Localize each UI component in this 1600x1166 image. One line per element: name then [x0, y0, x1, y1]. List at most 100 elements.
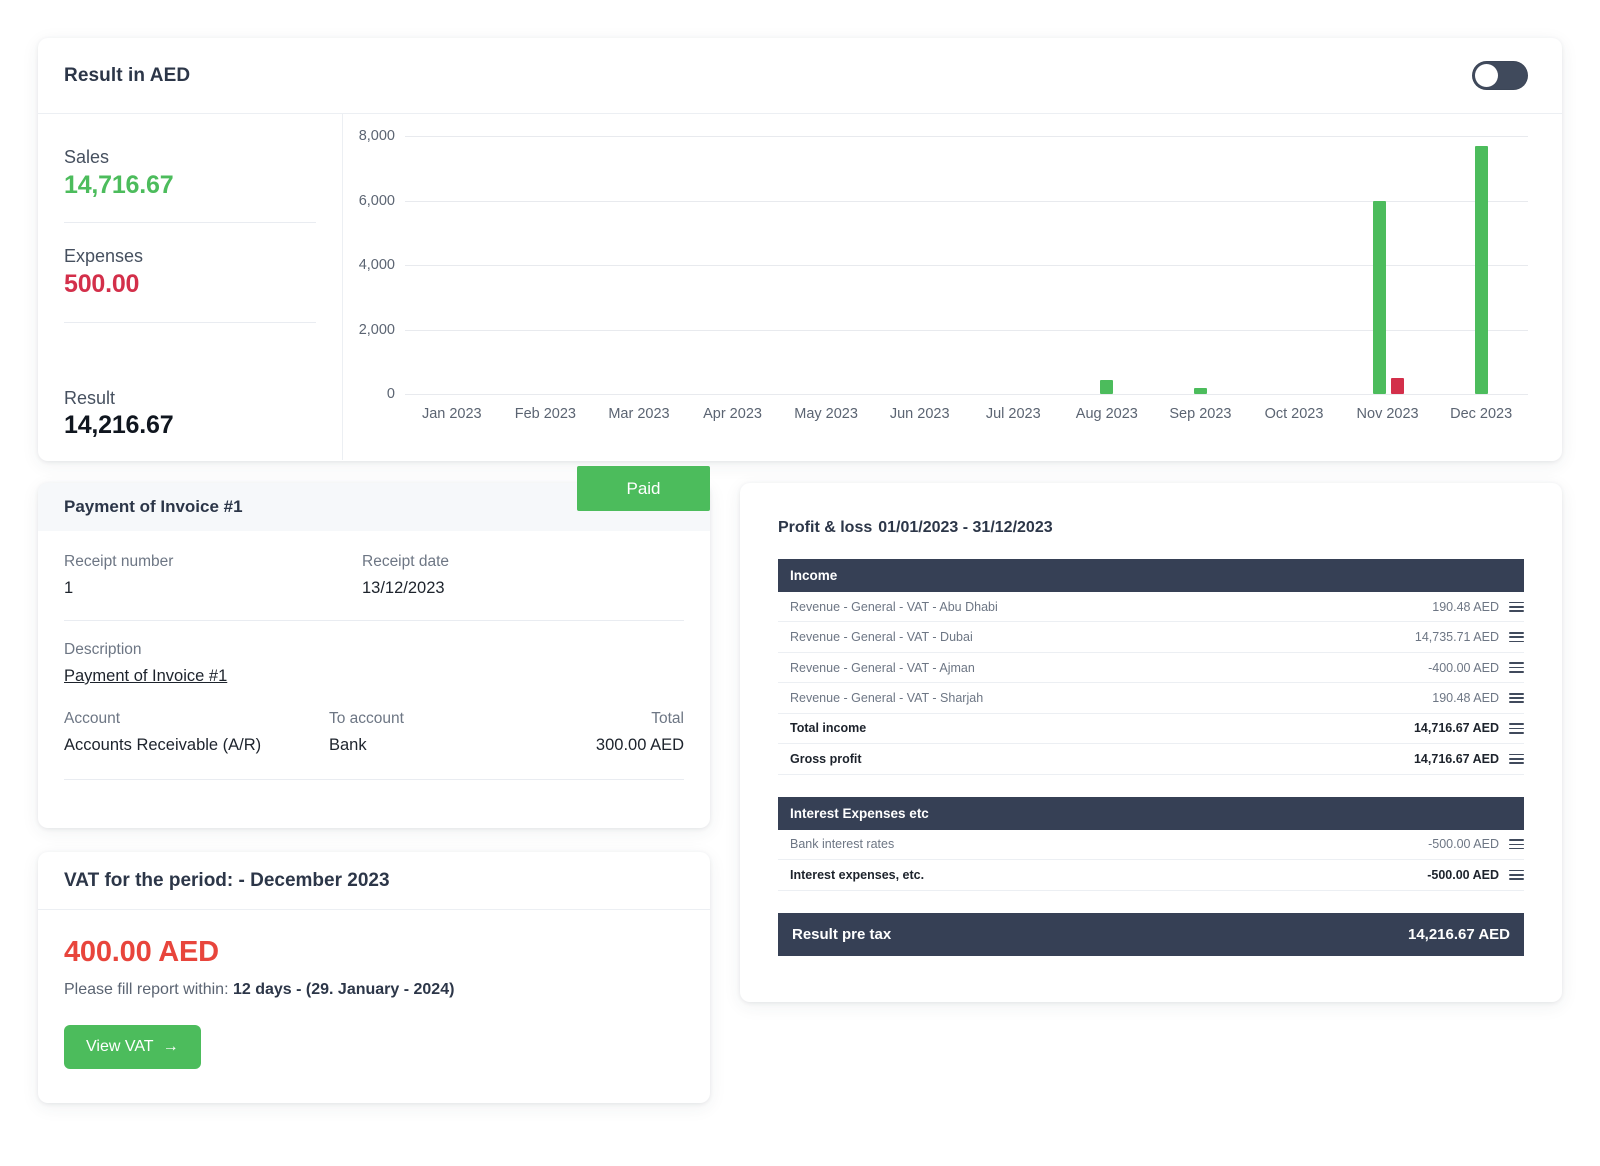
- chart-x-tick-label: Jul 2023: [966, 406, 1060, 422]
- field-label: To account: [329, 710, 494, 728]
- hamburger-menu-icon[interactable]: [1509, 660, 1524, 675]
- chart-bar-income[interactable]: [1100, 380, 1113, 394]
- description-link[interactable]: Payment of Invoice #1: [64, 667, 227, 685]
- pl-row-name: Revenue - General - VAT - Abu Dhabi: [790, 600, 998, 614]
- chart-bar-income[interactable]: [1194, 388, 1207, 394]
- divider: [64, 222, 316, 223]
- chart-bar-slot: [966, 136, 1060, 394]
- vat-deadline-note: Please fill report within: 12 days - (29…: [64, 981, 684, 999]
- result-card-header: Result in AED: [38, 38, 1562, 114]
- divider: [64, 322, 316, 323]
- chart-bar-slot: [1060, 136, 1154, 394]
- hamburger-menu-icon[interactable]: [1509, 599, 1524, 614]
- vat-card-body: 400.00 AED Please fill report within: 12…: [38, 910, 710, 1069]
- invoice-meta-row: Receipt number 1 Receipt date 13/12/2023: [64, 553, 684, 598]
- chart-x-tick-label: Sep 2023: [1154, 406, 1248, 422]
- metric-value: 500.00: [64, 268, 316, 302]
- pl-row-amount: 190.48 AED: [1432, 600, 1499, 614]
- vat-card-header: VAT for the period: - December 2023: [38, 852, 710, 910]
- field-value: Accounts Receivable (A/R): [64, 736, 329, 755]
- chart-bar-income[interactable]: [1475, 146, 1488, 394]
- table-row: Revenue - General - VAT - Ajman -400.00 A…: [778, 653, 1524, 683]
- field-label: Total: [494, 710, 684, 728]
- receipt-date-field: Receipt date 13/12/2023: [362, 553, 684, 598]
- hamburger-menu-icon[interactable]: [1509, 721, 1524, 736]
- pl-row-amount: -500.00 AED: [1428, 837, 1499, 851]
- invoice-accounts-row: Account Accounts Receivable (A/R) To acc…: [64, 710, 684, 755]
- receipt-number-field: Receipt number 1: [64, 553, 362, 598]
- chart-x-tick-label: Jun 2023: [873, 406, 967, 422]
- view-vat-label: View VAT: [86, 1038, 154, 1056]
- chart-bar-slot: [686, 136, 780, 394]
- hamburger-menu-icon[interactable]: [1509, 751, 1524, 766]
- profit-loss-card: Profit & loss01/01/2023 - 31/12/2023 Inc…: [740, 483, 1562, 1002]
- chart-bar-slot: [779, 136, 873, 394]
- chart-bar-slot: [1434, 136, 1528, 394]
- account-field: Account Accounts Receivable (A/R): [64, 710, 329, 755]
- pl-row-name: Interest expenses, etc.: [790, 868, 924, 882]
- status-badge[interactable]: Paid: [577, 466, 710, 511]
- pl-row-name: Revenue - General - VAT - Dubai: [790, 630, 973, 644]
- chart-y-tick-label: 8,000: [359, 128, 395, 144]
- hamburger-menu-icon[interactable]: [1509, 690, 1524, 705]
- chart-x-tick-label: Feb 2023: [499, 406, 593, 422]
- chart-x-tick-label: Mar 2023: [592, 406, 686, 422]
- result-pre-tax-label: Result pre tax: [792, 926, 891, 943]
- metric-value: 14,716.67: [64, 169, 316, 203]
- table-row: Gross profit 14,716.67 AED: [778, 744, 1524, 774]
- invoice-card-header: Payment of Invoice #1 Paid: [38, 483, 710, 531]
- view-vat-button[interactable]: View VAT →: [64, 1025, 201, 1069]
- hamburger-menu-icon[interactable]: [1509, 837, 1524, 852]
- pl-row-name: Bank interest rates: [790, 837, 894, 851]
- pl-row-amount: -500.00 AED: [1427, 868, 1499, 882]
- field-label: Receipt date: [362, 553, 684, 571]
- profit-loss-table: IncomeRevenue - General - VAT - Abu Dhab…: [778, 559, 1524, 891]
- pl-row-amount: 190.48 AED: [1432, 691, 1499, 705]
- toggle-knob: [1475, 64, 1498, 87]
- result-pre-tax-amount: 14,216.67 AED: [1408, 926, 1510, 943]
- metric-label: Expenses: [64, 245, 316, 268]
- pl-row-right: -500.00 AED: [1428, 837, 1524, 852]
- chart-bar-expense[interactable]: [1391, 378, 1404, 394]
- pl-row-name: Revenue - General - VAT - Ajman: [790, 661, 975, 675]
- chart-x-tick-label: Jan 2023: [405, 406, 499, 422]
- field-label: Account: [64, 710, 329, 728]
- pl-row-right: 14,716.67 AED: [1414, 721, 1524, 736]
- field-label: Receipt number: [64, 553, 362, 571]
- field-value: 1: [64, 579, 362, 598]
- chart-bar-slot: [405, 136, 499, 394]
- dashboard-page: Result in AED Sales 14,716.67 Expenses 5…: [0, 0, 1600, 1166]
- page-title: Result in AED: [64, 65, 190, 87]
- pl-row-name: Revenue - General - VAT - Sharjah: [790, 691, 983, 705]
- field-value: 300.00 AED: [494, 736, 684, 755]
- metric-sales: Sales 14,716.67: [64, 146, 316, 202]
- vat-amount: 400.00 AED: [64, 936, 684, 969]
- pl-row-name: Total income: [790, 721, 866, 735]
- result-currency-toggle[interactable]: [1472, 61, 1528, 90]
- metric-label: Result: [64, 387, 316, 410]
- to-account-field: To account Bank: [329, 710, 494, 755]
- chart-y-tick-label: 6,000: [359, 193, 395, 209]
- chart-x-axis: Jan 2023Feb 2023Mar 2023Apr 2023May 2023…: [405, 406, 1528, 422]
- hamburger-menu-icon[interactable]: [1509, 867, 1524, 882]
- pl-row-right: -400.00 AED: [1428, 660, 1524, 675]
- hamburger-menu-icon[interactable]: [1509, 629, 1524, 644]
- chart-bar-income[interactable]: [1373, 201, 1386, 395]
- table-row: Interest expenses, etc. -500.00 AED: [778, 860, 1524, 890]
- chart-y-tick-label: 4,000: [359, 257, 395, 273]
- metric-label: Sales: [64, 146, 316, 169]
- chart-bars: [405, 136, 1528, 394]
- vat-title: VAT for the period: - December 2023: [64, 870, 390, 892]
- pl-row-name: Gross profit: [790, 752, 862, 766]
- pl-section-header: Interest Expenses etc: [778, 797, 1524, 830]
- arrow-right-icon: →: [163, 1038, 179, 1056]
- metric-expenses: Expenses 500.00: [64, 245, 316, 301]
- divider: [64, 779, 684, 780]
- chart-x-tick-label: Apr 2023: [686, 406, 780, 422]
- table-row: Revenue - General - VAT - Abu Dhabi 190.4…: [778, 592, 1524, 622]
- left-column: Payment of Invoice #1 Paid Receipt numbe…: [38, 483, 710, 1103]
- vat-note-deadline: 12 days - (29. January - 2024): [233, 981, 454, 998]
- right-column: Profit & loss01/01/2023 - 31/12/2023 Inc…: [740, 483, 1562, 1103]
- chart-x-tick-label: Oct 2023: [1247, 406, 1341, 422]
- pl-row-amount: 14,716.67 AED: [1414, 752, 1499, 766]
